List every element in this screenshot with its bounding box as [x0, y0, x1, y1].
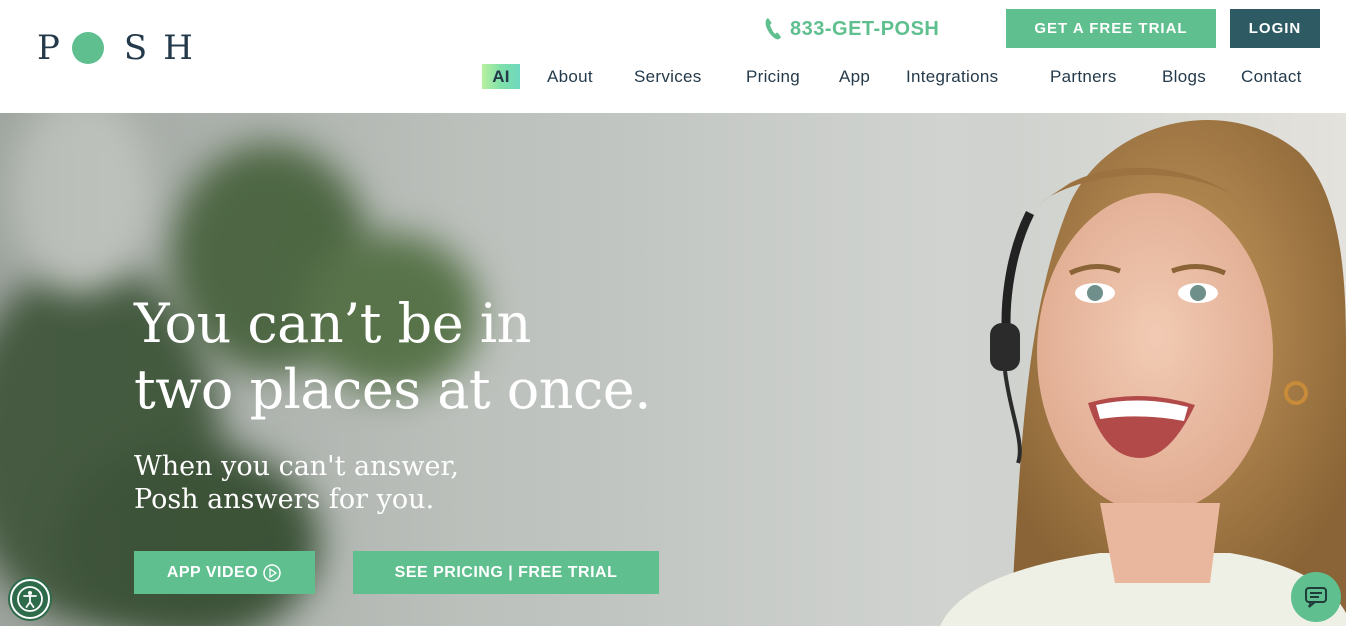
hero-headline: You can’t be in two places at once. [134, 291, 774, 423]
accessibility-button[interactable] [10, 579, 50, 619]
headline-line-1: You can’t be in [134, 292, 531, 355]
app-video-label: APP VIDEO [166, 563, 259, 581]
phone-link[interactable]: 833-GET-POSH [764, 16, 939, 42]
accessibility-icon [17, 586, 43, 612]
nav-item-app[interactable]: App [839, 64, 870, 89]
chat-icon [1305, 587, 1327, 608]
phone-number: 833-GET-POSH [790, 17, 940, 40]
logo-letter-p: P [37, 28, 60, 68]
nav-item-integrations[interactable]: Integrations [906, 64, 998, 89]
nav-item-ai[interactable]: AI [482, 64, 520, 89]
hero-subhead: When you can't answer, Posh answers for … [134, 450, 594, 516]
play-circle-icon [263, 563, 281, 582]
headline-line-2: two places at once. [134, 358, 651, 421]
phone-icon [765, 18, 781, 40]
nav-item-blogs[interactable]: Blogs [1162, 64, 1206, 89]
nav-item-pricing[interactable]: Pricing [746, 64, 800, 89]
chat-button[interactable] [1291, 572, 1341, 622]
logo-letter-h: H [163, 28, 193, 68]
logo-letter-s: S [123, 28, 148, 68]
subhead-line-2: Posh answers for you. [134, 484, 435, 515]
nav-item-services[interactable]: Services [634, 64, 702, 89]
logo-dot [71, 32, 104, 64]
site-header: P S H 833-GET-POSH GET A FREE TRIAL LOGI… [0, 0, 1346, 113]
see-pricing-button[interactable]: SEE PRICING | FREE TRIAL [353, 551, 659, 594]
nav-item-about[interactable]: About [547, 64, 593, 89]
login-button[interactable]: LOGIN [1230, 9, 1320, 48]
posh-logo[interactable]: P S H [37, 28, 193, 68]
app-video-button[interactable]: APP VIDEO [134, 551, 315, 594]
nav-item-partners[interactable]: Partners [1050, 64, 1117, 89]
nav-item-contact[interactable]: Contact [1241, 64, 1302, 89]
subhead-line-1: When you can't answer, [134, 451, 459, 482]
free-trial-button[interactable]: GET A FREE TRIAL [1006, 9, 1216, 48]
